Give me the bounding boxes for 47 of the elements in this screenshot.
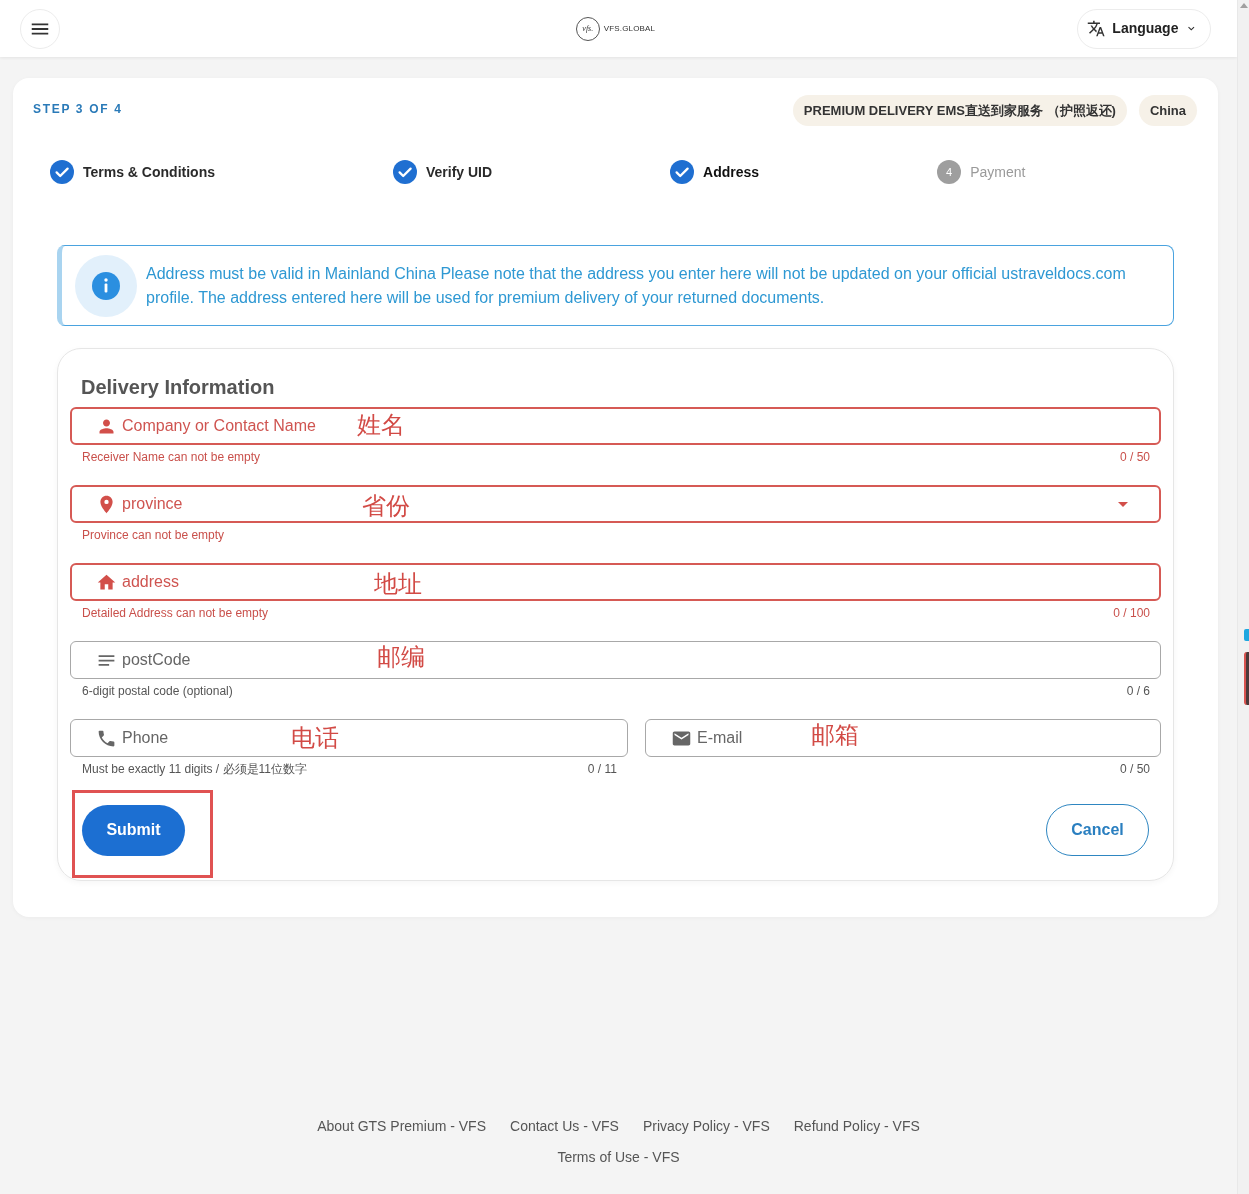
footer-link[interactable]: Privacy Policy - VFS <box>642 1116 770 1136</box>
submit-button[interactable]: Submit <box>82 804 185 856</box>
annotation-text: 姓名 <box>357 410 405 440</box>
translate-icon <box>1087 19 1106 38</box>
step-label: Verify UID <box>425 162 493 182</box>
logo-text: VFS.GLOBAL <box>603 22 656 35</box>
annotation-text: 邮箱 <box>811 720 859 750</box>
step-number: 4 <box>937 160 962 184</box>
menu-button[interactable] <box>20 8 60 49</box>
scroll-up-arrow-icon <box>1240 3 1248 8</box>
annotation-text: 电话 <box>291 723 339 753</box>
helper-text: Must be exactly 11 digits / 必须是11位数字 <box>82 761 307 778</box>
footer-link[interactable]: Terms of Use - VFS <box>557 1147 680 1167</box>
footer-link[interactable]: Contact Us - VFS <box>510 1116 619 1136</box>
helper-text: Receiver Name can not be empty <box>82 449 261 466</box>
placeholder-text: province <box>122 494 183 514</box>
caret-icon <box>1118 501 1128 507</box>
step-label: Terms & Conditions <box>83 162 215 182</box>
alert-text: Address must be valid in Mainland China Please note that the address you enter here will not be updated on your official ustraveldocs.com profile. The address entered here will be used for premium delivery of your returned documents. <box>146 263 1127 308</box>
helper-text: Detailed Address can not be empty <box>82 605 269 622</box>
character-counter: 0 / 100 <box>1113 605 1150 622</box>
character-counter: 0 / 50 <box>1119 449 1150 466</box>
info-chip: China <box>1138 95 1197 126</box>
placeholder-text: address <box>122 572 179 592</box>
form-title: Delivery Information <box>80 375 276 399</box>
annotation-text: 地址 <box>374 569 422 599</box>
character-counter: 0 / 11 <box>587 761 617 778</box>
helper-text: Province can not be empty <box>82 527 225 544</box>
placeholder-text: Company or Contact Name <box>122 416 316 436</box>
annotation-text: 省份 <box>362 491 410 521</box>
step-label: Address <box>703 162 760 182</box>
placeholder-text: E-mail <box>697 728 743 748</box>
character-counter: 0 / 50 <box>1119 761 1150 778</box>
annotation-text: 邮编 <box>377 642 425 672</box>
helper-text: 6-digit postal code (optional) <box>82 683 233 700</box>
info-icon <box>75 254 137 317</box>
step-label: Payment <box>970 162 1026 182</box>
footer-link[interactable]: Refund Policy - VFS <box>793 1116 920 1136</box>
scrollbar[interactable] <box>1237 0 1249 1194</box>
info-chip: PREMIUM DELIVERY EMS直送到家服务 （护照返还) <box>792 95 1127 126</box>
placeholder-text: Phone <box>122 728 169 748</box>
cancel-button[interactable]: Cancel <box>1046 804 1149 856</box>
placeholder-text: postCode <box>122 650 191 670</box>
language-button[interactable]: Language <box>1077 8 1211 49</box>
character-counter: 0 / 6 <box>1126 683 1150 700</box>
footer-link[interactable]: About GTS Premium - VFS <box>317 1116 486 1136</box>
step-indicator: STEP 3 OF 4 <box>33 101 123 118</box>
